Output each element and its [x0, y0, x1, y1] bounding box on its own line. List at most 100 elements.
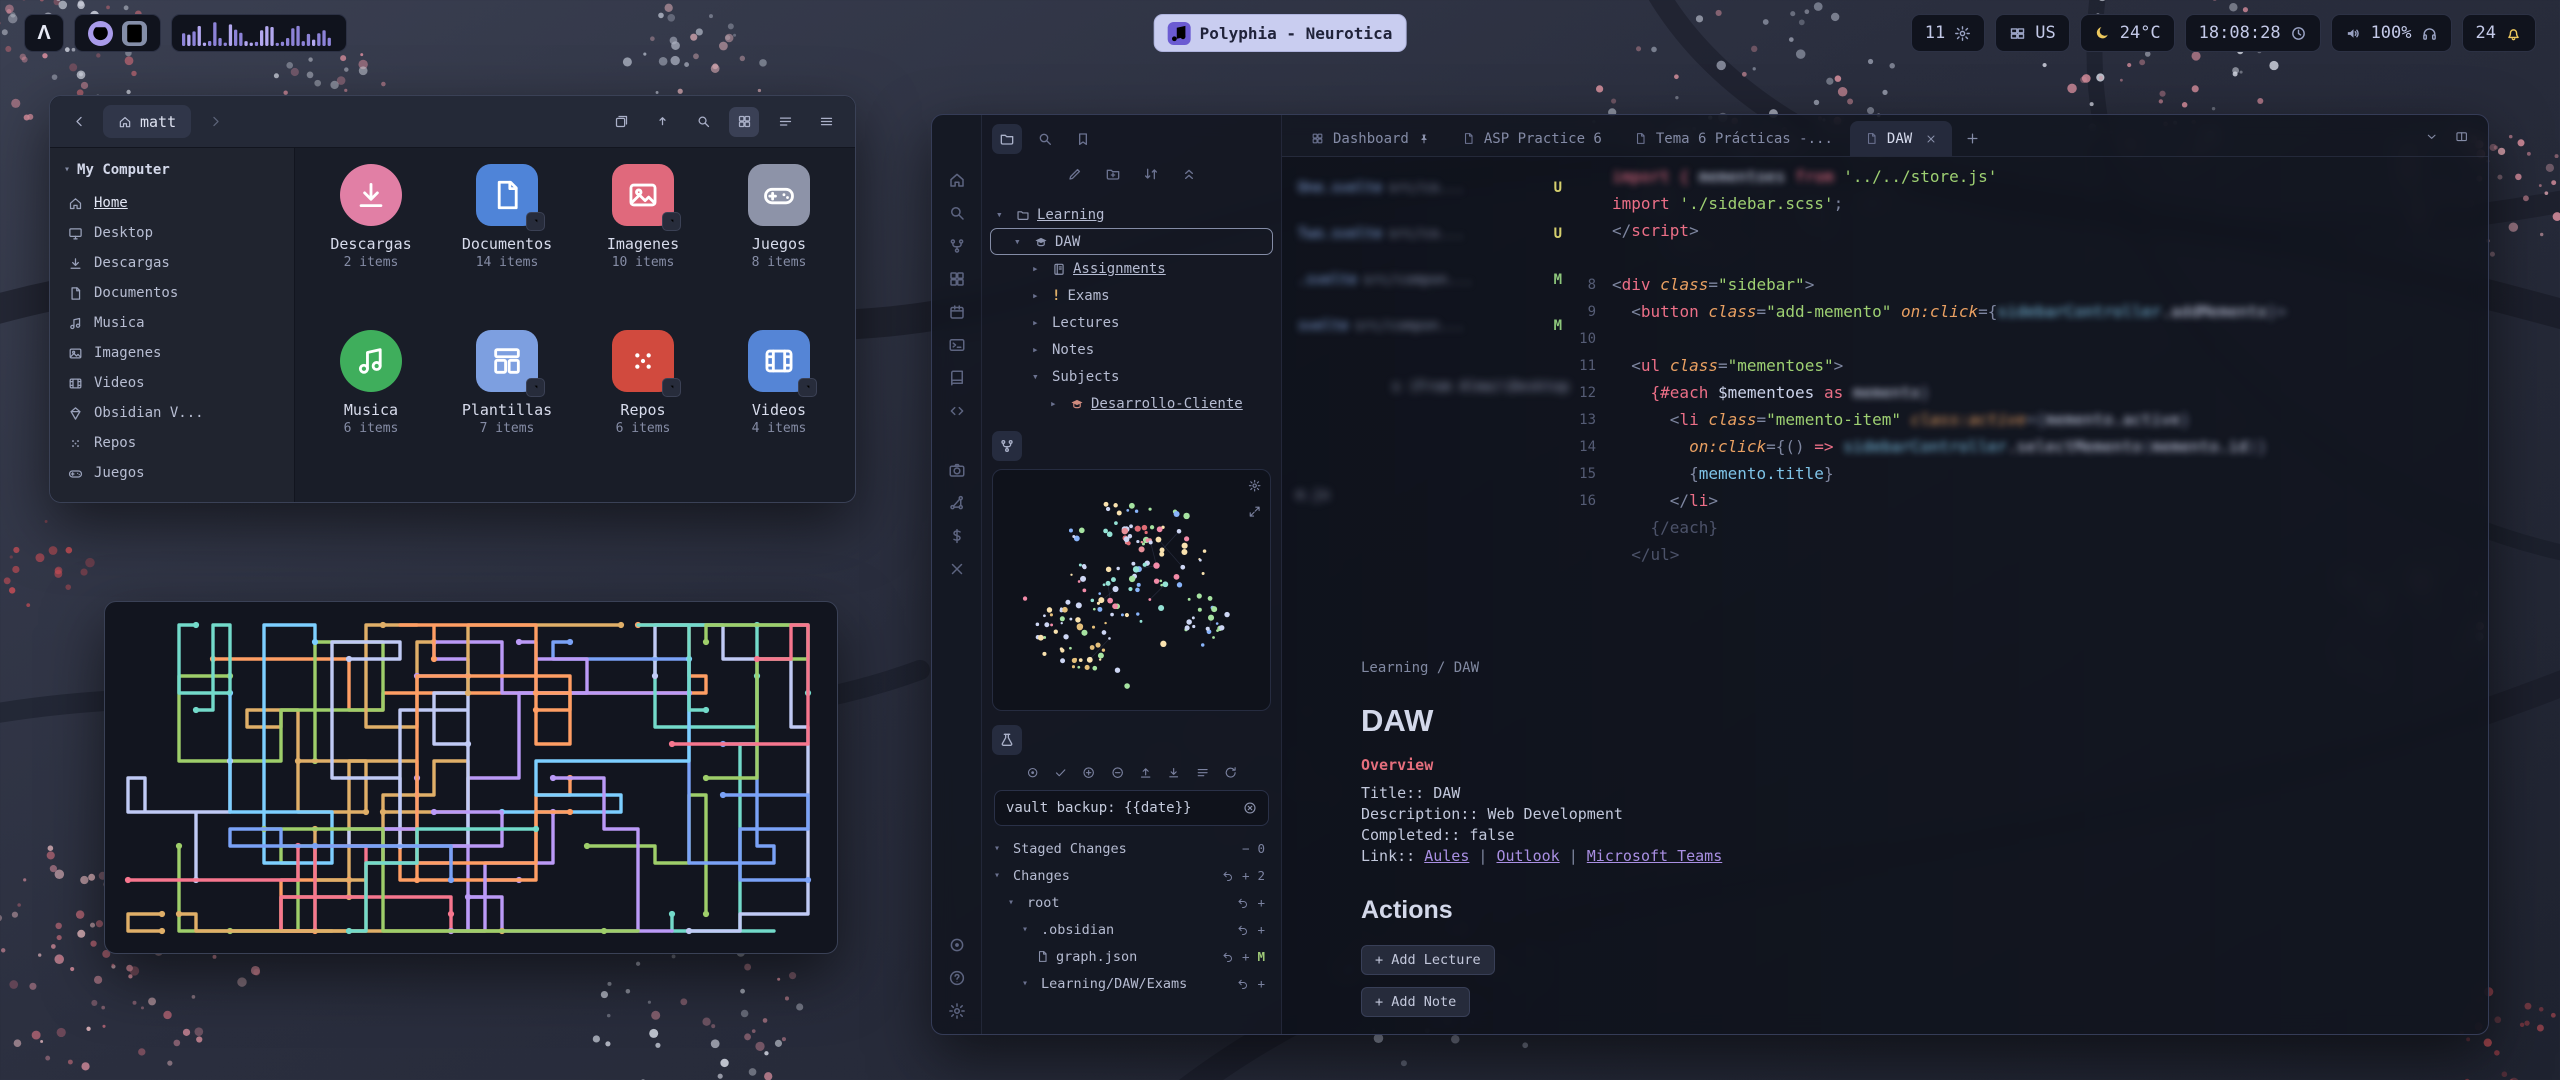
git-plusc-button[interactable]	[1082, 766, 1095, 782]
folder-item-musica[interactable]: Musica6 items	[303, 330, 439, 480]
now-playing-widget[interactable]: Polyphia - Neurotica	[1154, 14, 1407, 52]
undo-icon[interactable]	[1237, 978, 1249, 990]
git-row-staged-changes[interactable]: ▾Staged Changes−0	[990, 835, 1273, 862]
notifications-widget[interactable]: 24	[2462, 14, 2536, 52]
action-button-add-lecture[interactable]: + Add Lecture	[1361, 945, 1495, 975]
graph-gear-button[interactable]	[1248, 479, 1261, 495]
folder-item-juegos[interactable]: Juegos8 items	[711, 164, 847, 314]
undo-icon[interactable]	[1237, 924, 1249, 936]
power-icon[interactable]	[88, 21, 113, 46]
grid-button[interactable]	[729, 107, 759, 137]
launcher-button[interactable]: Λ	[24, 14, 64, 52]
git-check-button[interactable]	[1054, 766, 1067, 782]
new-tab-button[interactable]	[1954, 121, 1990, 156]
breadcrumb[interactable]: matt	[103, 105, 191, 138]
sidebar-item-desktop[interactable]: Desktop	[50, 218, 294, 248]
sidebar-item-musica[interactable]: Musica	[50, 308, 294, 338]
git-pane-tab[interactable]	[992, 725, 1022, 755]
panel-tab-folder[interactable]	[992, 124, 1022, 154]
stage-icon[interactable]: +	[1242, 949, 1250, 964]
git-row-graph-json[interactable]: graph.json+M	[990, 943, 1273, 970]
stage-icon[interactable]: +	[1242, 868, 1250, 883]
tab-daw[interactable]: DAW	[1850, 121, 1952, 156]
clear-icon[interactable]	[1243, 801, 1257, 815]
ribbon-dollar-button[interactable]	[945, 527, 969, 545]
ribbon-search-button[interactable]	[945, 204, 969, 222]
sidebar-item-imagenes[interactable]: Imagenes	[50, 338, 294, 368]
panel-tab-bookmark[interactable]	[1068, 124, 1098, 154]
tab-dashboard[interactable]: Dashboard	[1296, 121, 1445, 156]
back-button[interactable]	[64, 107, 94, 137]
search-button[interactable]	[688, 107, 718, 137]
split-editor-button[interactable]	[2455, 130, 2468, 146]
commit-message-input[interactable]	[1006, 800, 1235, 816]
clock-widget[interactable]: 18:08:28	[2185, 14, 2321, 52]
folder-item-repos[interactable]: Repos6 items	[575, 330, 711, 480]
ribbon-camera-button[interactable]	[945, 461, 969, 479]
note-link-microsoft-teams[interactable]: Microsoft Teams	[1587, 847, 1722, 865]
tree-item-notes[interactable]: ▸Notes	[990, 336, 1273, 363]
undo-icon[interactable]	[1222, 870, 1234, 882]
sidebar-item-documentos[interactable]: Documentos	[50, 278, 294, 308]
ribbon-book-button[interactable]	[945, 369, 969, 387]
stage-icon[interactable]: +	[1257, 895, 1265, 910]
tree-item-daw[interactable]: ▾DAW	[990, 228, 1273, 255]
tree-item-subjects[interactable]: ▾Subjects	[990, 363, 1273, 390]
volume-widget[interactable]: 100%	[2331, 14, 2452, 52]
pencil-button[interactable]	[1067, 166, 1083, 187]
note-link-outlook[interactable]: Outlook	[1496, 847, 1559, 865]
unstage-icon[interactable]: −	[1242, 841, 1250, 856]
undo-icon[interactable]	[1237, 897, 1249, 909]
chevron-down-icon[interactable]: ▾	[64, 165, 70, 175]
weather-widget[interactable]: 24°C	[2080, 14, 2175, 52]
collapse-button[interactable]	[1181, 166, 1197, 187]
menu-button[interactable]	[811, 107, 841, 137]
tree-item-learning[interactable]: ▾Learning	[990, 201, 1273, 228]
folder-item-videos[interactable]: Videos4 items	[711, 330, 847, 480]
ribbon-close-button[interactable]	[945, 560, 969, 578]
sidebar-item-obsidian-v[interactable]: Obsidian V...	[50, 398, 294, 428]
folderplus-button[interactable]	[1105, 166, 1121, 187]
folder-item-documentos[interactable]: Documentos14 items	[439, 164, 575, 314]
tab-list-button[interactable]	[2425, 130, 2438, 146]
folder-item-imagenes[interactable]: Imagenes10 items	[575, 164, 711, 314]
editor-area[interactable]: One.sveltesrc/co...UTwo.sveltesrc/co...U…	[1282, 157, 2488, 1034]
close-tab-icon[interactable]	[1925, 133, 1937, 145]
git-list-button[interactable]	[1196, 766, 1209, 782]
note-link-aules[interactable]: Aules	[1424, 847, 1469, 865]
ribbon-terminal-button[interactable]	[945, 336, 969, 354]
graph-view-panel[interactable]	[992, 469, 1271, 711]
sidebar-item-juegos[interactable]: Juegos	[50, 458, 294, 488]
git-upload-button[interactable]	[1139, 766, 1152, 782]
tree-item-desarrollo-cliente[interactable]: ▸Desarrollo-Cliente	[990, 390, 1273, 417]
ribbon-record-button[interactable]	[945, 936, 969, 954]
ribbon-help-button[interactable]	[945, 969, 969, 987]
up-button[interactable]	[647, 107, 677, 137]
git-minusc-button[interactable]	[1111, 766, 1124, 782]
sidebar-item-descargas[interactable]: Descargas	[50, 248, 294, 278]
panel-tab-search[interactable]	[1030, 124, 1060, 154]
tree-item-lectures[interactable]: ▸Lectures	[990, 309, 1273, 336]
sidebar-item-videos[interactable]: Videos	[50, 368, 294, 398]
action-button-add-note[interactable]: + Add Note	[1361, 987, 1470, 1017]
ribbon-grid-button[interactable]	[945, 270, 969, 288]
graph-expand-button[interactable]	[1248, 505, 1261, 521]
folder-item-plantillas[interactable]: Plantillas7 items	[439, 330, 575, 480]
stage-icon[interactable]: +	[1257, 922, 1265, 937]
git-row-obsidian[interactable]: ▾.obsidian+	[990, 916, 1273, 943]
quick-toggle-widget[interactable]	[74, 14, 161, 52]
sort-button[interactable]	[1143, 166, 1159, 187]
ribbon-gear-button[interactable]	[945, 1002, 969, 1020]
tab-asp-practice-6[interactable]: ASP Practice 6	[1447, 121, 1617, 156]
stage-icon[interactable]: +	[1257, 976, 1265, 991]
git-row-learning-daw-exams[interactable]: ▾Learning/DAW/Exams+	[990, 970, 1273, 997]
ribbon-code-button[interactable]	[945, 402, 969, 420]
tab-tema-6-pr-cticas[interactable]: Tema 6 Prácticas -...	[1619, 121, 1848, 156]
git-row-changes[interactable]: ▾Changes+2	[990, 862, 1273, 889]
ribbon-fork-button[interactable]	[945, 237, 969, 255]
undo-icon[interactable]	[1222, 951, 1234, 963]
graph-pane-tab[interactable]	[992, 431, 1022, 461]
tree-item-exams[interactable]: ▸!Exams	[990, 282, 1273, 309]
notes-icon[interactable]	[122, 21, 147, 46]
git-record-button[interactable]	[1026, 766, 1039, 782]
